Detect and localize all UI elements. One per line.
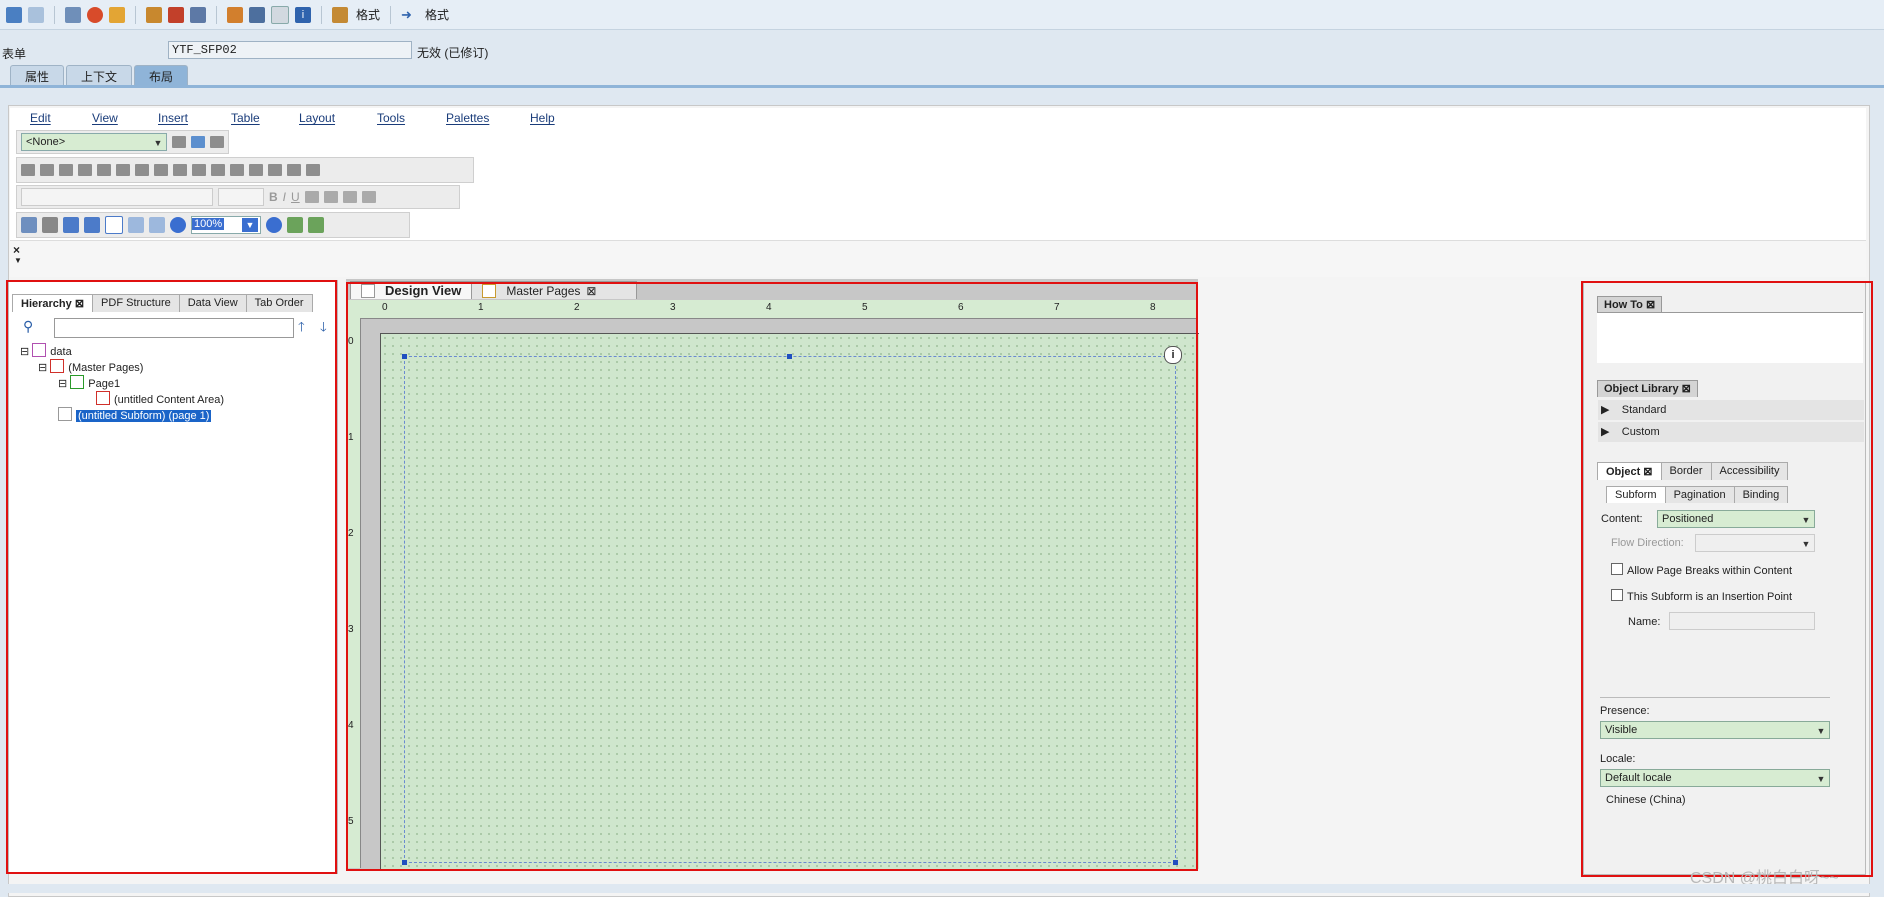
same-size-icon[interactable] xyxy=(306,164,320,176)
tab-layout[interactable]: 布局 xyxy=(134,65,189,85)
ungroup-icon[interactable] xyxy=(211,164,225,176)
style-toolbar: <None> ▼ xyxy=(16,130,229,154)
pencil-icon[interactable] xyxy=(168,6,184,23)
tree-icon[interactable] xyxy=(227,6,243,23)
tab-underline xyxy=(0,85,1884,88)
group-icon[interactable] xyxy=(192,164,206,176)
sap-tabs: 属性 上下文 布局 xyxy=(0,65,189,85)
bring-front-icon[interactable] xyxy=(230,164,244,176)
highlight-box-center xyxy=(346,282,1198,871)
toolbar-separator xyxy=(54,5,55,24)
style-combo[interactable]: <None> ▼ xyxy=(21,133,167,151)
form-name-field[interactable]: YTF_SFP02 xyxy=(168,41,412,59)
info-icon[interactable]: i xyxy=(295,6,311,23)
underline-icon[interactable]: U xyxy=(291,190,300,204)
fit-height-icon[interactable] xyxy=(128,217,144,233)
frame-icon[interactable] xyxy=(271,5,289,24)
bold-icon[interactable]: B xyxy=(269,190,278,204)
font-toolbar: B I U xyxy=(16,185,460,209)
check-icon[interactable] xyxy=(65,6,81,23)
close-icon[interactable]: × xyxy=(13,243,20,257)
arrow-right-icon: ➜ xyxy=(401,6,412,22)
view-toolbar: 100% ▼ xyxy=(16,212,410,238)
hierarchy-icon[interactable] xyxy=(146,6,162,23)
activate-icon[interactable] xyxy=(87,6,103,23)
format-button-2[interactable]: 格式 xyxy=(425,6,449,23)
align-toolbar xyxy=(16,157,474,183)
zoom-in-icon[interactable] xyxy=(266,217,282,233)
highlight-box-right xyxy=(1581,281,1873,877)
tab-context[interactable]: 上下文 xyxy=(66,65,133,85)
layout-icon[interactable] xyxy=(190,6,206,23)
menu-tools[interactable]: Tools xyxy=(377,111,405,125)
zoom-out-icon[interactable] xyxy=(170,217,186,233)
menu-view[interactable]: View xyxy=(92,111,118,125)
zoom-combo[interactable]: 100% ▼ xyxy=(191,216,261,234)
center-page-icon[interactable] xyxy=(173,164,187,176)
style-combo-value: <None> xyxy=(26,136,66,148)
align-icon[interactable] xyxy=(249,6,265,23)
distribute-v-icon[interactable] xyxy=(154,164,168,176)
format-icon-1 xyxy=(332,6,348,23)
font-combo[interactable] xyxy=(21,188,213,206)
form-status: 无效 (已修订) xyxy=(417,46,489,60)
undo-icon[interactable] xyxy=(21,217,37,233)
send-back-icon[interactable] xyxy=(249,164,263,176)
fit-width-icon[interactable] xyxy=(149,217,165,233)
menu-insert[interactable]: Insert xyxy=(158,111,188,125)
chevron-down-icon: ▼ xyxy=(153,138,163,148)
italic-icon[interactable]: I xyxy=(283,190,286,204)
grid-icon[interactable] xyxy=(63,217,79,233)
style-sheet-icon[interactable] xyxy=(210,136,224,148)
align-left-icon[interactable] xyxy=(21,164,35,176)
object-icon[interactable] xyxy=(109,6,125,23)
snap-grid-icon[interactable] xyxy=(84,217,100,233)
same-height-icon[interactable] xyxy=(287,164,301,176)
toolbar-separator xyxy=(135,5,136,24)
new-style-icon[interactable] xyxy=(191,136,205,148)
toolbar-separator xyxy=(321,5,322,24)
page-icon[interactable] xyxy=(105,216,123,234)
menu-palettes[interactable]: Palettes xyxy=(446,111,489,125)
menu-edit[interactable]: Edit xyxy=(30,111,51,125)
text-justify-icon[interactable] xyxy=(361,191,376,203)
tab-properties[interactable]: 属性 xyxy=(10,65,65,85)
same-width-icon[interactable] xyxy=(268,164,282,176)
font-size-combo[interactable] xyxy=(218,188,264,206)
toolbar-separator xyxy=(216,5,217,24)
style-icon[interactable] xyxy=(172,136,186,148)
menu-table[interactable]: Table xyxy=(231,111,260,125)
chevron-down-icon[interactable]: ▼ xyxy=(14,256,22,265)
forward-icon[interactable] xyxy=(28,6,44,23)
text-align-center-icon[interactable] xyxy=(323,191,338,203)
status-bar xyxy=(0,884,1884,893)
back-icon[interactable] xyxy=(6,6,22,23)
chevron-down-icon: ▼ xyxy=(242,218,258,232)
format-button-1[interactable]: 格式 xyxy=(356,6,380,23)
distribute-h-icon[interactable] xyxy=(135,164,149,176)
redo-icon[interactable] xyxy=(42,217,58,233)
menu-bar xyxy=(10,108,1866,128)
text-align-right-icon[interactable] xyxy=(342,191,357,203)
align-top-icon[interactable] xyxy=(59,164,73,176)
spell-check-icon[interactable] xyxy=(308,217,324,233)
zoom-value: 100% xyxy=(192,218,225,230)
text-align-left-icon[interactable] xyxy=(304,191,319,203)
align-bottom-icon[interactable] xyxy=(78,164,92,176)
check-script-icon[interactable] xyxy=(287,217,303,233)
form-label: 表单 xyxy=(2,47,27,61)
align-right-icon[interactable] xyxy=(40,164,54,176)
align-hcenter-icon[interactable] xyxy=(116,164,130,176)
toolbar-separator xyxy=(390,5,392,24)
sap-toolbar: i 格式 ➜ 格式 xyxy=(0,0,1884,30)
align-vcenter-icon[interactable] xyxy=(97,164,111,176)
menu-help[interactable]: Help xyxy=(530,111,555,125)
dock-strip xyxy=(10,240,1866,277)
highlight-box-left xyxy=(6,280,337,874)
menu-layout[interactable]: Layout xyxy=(299,111,335,125)
